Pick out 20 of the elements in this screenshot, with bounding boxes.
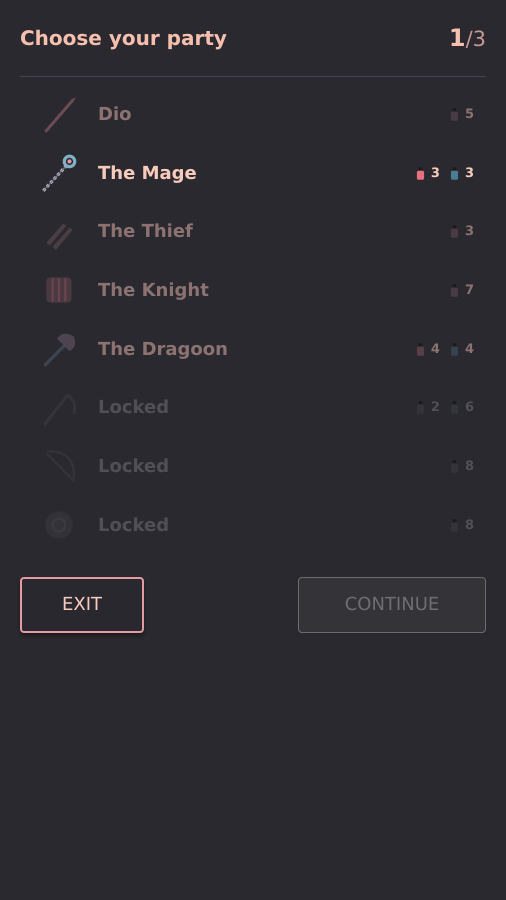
party-row[interactable]: The Thief 3	[20, 202, 486, 262]
party-row[interactable]: Dio 5	[20, 85, 486, 144]
cost-amount: 4	[464, 342, 474, 357]
cost-amount: 3	[464, 166, 474, 181]
cost-amount: 3	[430, 166, 440, 181]
character-name: Dio	[98, 104, 132, 125]
character-name: The Knight	[98, 280, 210, 301]
screen-title: Choose your party	[20, 26, 227, 50]
party-row[interactable]: The Knight 7	[20, 261, 486, 320]
character-name: The Dragoon	[98, 338, 229, 360]
character-name: The Mage	[98, 162, 198, 184]
character-name: The Thief	[98, 221, 194, 242]
cost-amount: 3	[464, 224, 474, 240]
exit-button[interactable]: EXIT	[20, 576, 144, 632]
party-row[interactable]: The Dragoon 4 4	[20, 320, 486, 378]
cost-amount: 4	[430, 342, 440, 357]
party-row[interactable]: The Mage 3 3	[20, 144, 486, 202]
cost-amount: 5	[464, 106, 474, 122]
cost-amount: 7	[464, 282, 474, 298]
party-counter: 1/3	[448, 24, 486, 52]
